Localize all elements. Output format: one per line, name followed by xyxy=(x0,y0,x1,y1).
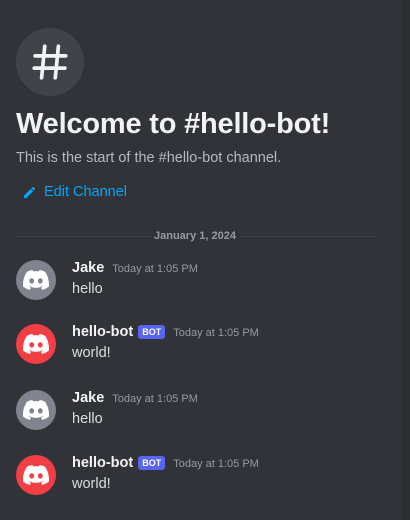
chat-view: Welcome to #hello-bot! This is the start… xyxy=(0,0,410,520)
hash-icon xyxy=(32,44,68,80)
channel-icon-circle xyxy=(16,28,84,96)
author-name[interactable]: Jake xyxy=(72,390,104,406)
bot-tag: BOT xyxy=(138,456,166,470)
message-content: world! xyxy=(72,345,111,361)
message-header: hello-bot BOT Today at 1:05 PM xyxy=(72,322,259,342)
message: hello-bot BOT Today at 1:05 PM world! xyxy=(16,453,386,497)
message-header: hello-bot BOT Today at 1:05 PM xyxy=(72,453,259,473)
message-content: world! xyxy=(72,476,111,492)
message: hello-bot BOT Today at 1:05 PM world! xyxy=(16,322,386,366)
avatar[interactable] xyxy=(16,390,56,430)
message-header: Jake Today at 1:05 PM xyxy=(72,388,198,408)
bot-tag: BOT xyxy=(138,325,166,339)
message: Jake Today at 1:05 PM hello xyxy=(16,388,386,432)
welcome-title: Welcome to #hello-bot! xyxy=(16,108,331,140)
discord-logo-icon xyxy=(23,465,49,485)
timestamp[interactable]: Today at 1:05 PM xyxy=(173,325,259,339)
author-name[interactable]: hello-bot xyxy=(72,324,133,340)
scrollbar[interactable] xyxy=(402,0,410,520)
timestamp[interactable]: Today at 1:05 PM xyxy=(173,456,259,470)
timestamp[interactable]: Today at 1:05 PM xyxy=(112,391,198,405)
avatar[interactable] xyxy=(16,260,56,300)
message-header: Jake Today at 1:05 PM xyxy=(72,258,198,278)
channel-welcome: Welcome to #hello-bot! This is the start… xyxy=(16,28,386,202)
avatar[interactable] xyxy=(16,455,56,495)
avatar[interactable] xyxy=(16,324,56,364)
author-name[interactable]: Jake xyxy=(72,260,104,276)
discord-logo-icon xyxy=(23,270,49,290)
discord-logo-icon xyxy=(23,400,49,420)
date-divider-label: January 1, 2024 xyxy=(150,229,240,243)
message-content: hello xyxy=(72,281,103,297)
pencil-icon xyxy=(23,186,36,198)
author-name[interactable]: hello-bot xyxy=(72,455,133,471)
edit-channel-label[interactable]: Edit Channel xyxy=(44,182,127,202)
message: Jake Today at 1:05 PM hello xyxy=(16,258,386,302)
discord-logo-icon xyxy=(23,334,49,354)
message-content: hello xyxy=(72,411,103,427)
timestamp[interactable]: Today at 1:05 PM xyxy=(112,261,198,275)
edit-channel-link[interactable]: Edit Channel xyxy=(22,182,386,202)
welcome-subtitle: This is the start of the #hello-bot chan… xyxy=(16,150,282,166)
